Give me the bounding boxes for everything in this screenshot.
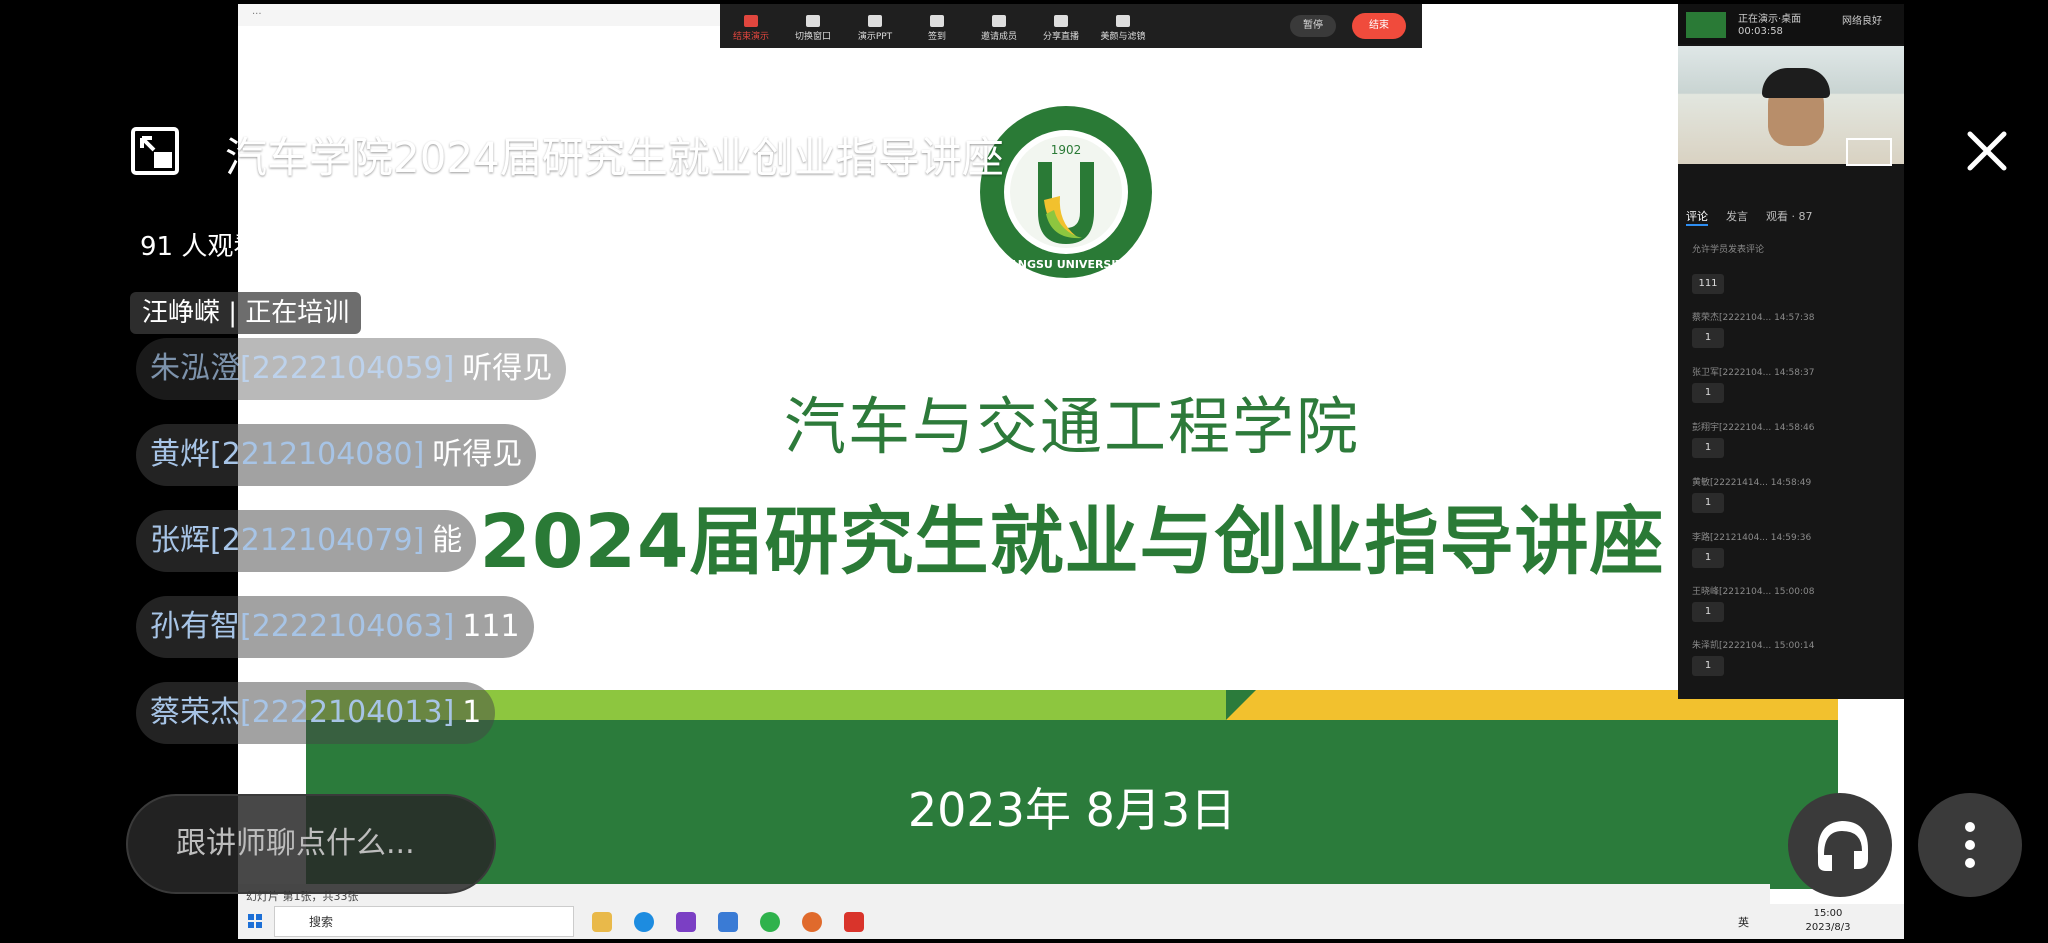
comment-text: 1: [1692, 438, 1724, 458]
chat-message: 蔡荣杰[2222104013] 1: [136, 682, 496, 744]
pause-button[interactable]: 暂停: [1290, 15, 1336, 37]
comment-author: 彭翔宇[2222104... 14:58:46: [1692, 423, 1815, 433]
meeting-app-icon[interactable]: [718, 912, 738, 932]
file-explorer-icon[interactable]: [592, 912, 612, 932]
tab-viewers[interactable]: 观看 · 87: [1766, 208, 1813, 226]
headset-icon: [1817, 821, 1868, 871]
invite-button[interactable]: 邀请成员: [968, 11, 1030, 42]
chat-message: 黄烨[2212104080] 听得见: [136, 424, 537, 486]
windows-start-icon[interactable]: [238, 904, 272, 939]
meeting-side-panel: 正在演示·桌面 00:03:58 网络良好 评论 发言 观看 · 87 允许学员…: [1678, 4, 1904, 699]
voice-button[interactable]: [1788, 793, 1892, 897]
windows-taskbar: 搜索 英 15:00 2023/8/3: [238, 904, 1904, 939]
end-meeting-button[interactable]: 结束: [1352, 13, 1406, 39]
comment-text: 1: [1692, 656, 1724, 676]
onenote-icon[interactable]: [676, 912, 696, 932]
fullscreen-icon[interactable]: [1846, 138, 1892, 166]
chat-message: 朱泓澄[2222104059] 听得见: [136, 338, 567, 400]
chat-message: 孙有智[2222104063] 111: [136, 596, 534, 658]
stream-title: 汽车学院2024届研究生就业创业指导讲座: [225, 133, 1004, 182]
comment-author: 黄敏[22221414... 14:58:49: [1692, 478, 1812, 488]
wechat-icon[interactable]: [760, 912, 780, 932]
comment-author: 张卫军[2222104... 14:58:37: [1692, 368, 1815, 378]
taskbar-search[interactable]: 搜索: [274, 906, 574, 937]
panel-tabs: 评论 发言 观看 · 87: [1686, 208, 1813, 226]
meeting-toolbar: 结束演示 切换窗口 演示PPT 签到 邀请成员 分享直播 美颜与滤镜 暂停 结束: [720, 4, 1422, 48]
network-status: 网络良好: [1842, 16, 1882, 27]
viewer-count: 91 人观看: [140, 232, 260, 262]
more-vertical-icon: [1965, 822, 1975, 868]
tab-comments[interactable]: 评论: [1686, 208, 1708, 226]
tab-speak[interactable]: 发言: [1726, 208, 1748, 226]
comment-author: 蔡荣杰[2222104... 14:57:38: [1692, 313, 1815, 323]
slide-subtitle: 2024届研究生就业与创业指导讲座: [479, 499, 1665, 585]
svg-text:1902: 1902: [1051, 143, 1082, 157]
comment-author: 王晓峰[2212104... 15:00:08: [1692, 587, 1815, 597]
chat-message: 张辉[2212104079] 能: [136, 510, 477, 572]
university-logo-icon: 1902 JIANGSU UNIVERSITY: [980, 106, 1152, 278]
taskbar-clock[interactable]: 15:00 2023/8/3: [1798, 907, 1858, 935]
edge-icon[interactable]: [634, 912, 654, 932]
comment-text: 1: [1692, 602, 1724, 622]
end-presentation-button[interactable]: 结束演示: [720, 11, 782, 42]
beauty-filter-button[interactable]: 美颜与滤镜: [1092, 11, 1154, 42]
comment-permission[interactable]: 允许学员发表评论: [1692, 242, 1764, 255]
present-ppt-button[interactable]: 演示PPT: [844, 11, 906, 42]
input-language[interactable]: 英: [1738, 914, 1749, 930]
svg-text:JIANGSU UNIVERSITY: JIANGSU UNIVERSITY: [1000, 258, 1132, 271]
comment-text: 1: [1692, 548, 1724, 568]
close-icon[interactable]: [1962, 126, 2012, 176]
comment-author: 李路[22121404... 14:59:36: [1692, 533, 1812, 543]
comment-text: 111: [1692, 274, 1724, 294]
webcam-feed: [1678, 46, 1904, 166]
comment-author: 朱泽凯[2222104... 15:00:14: [1692, 641, 1815, 651]
picture-in-picture-icon[interactable]: [130, 126, 180, 176]
comment-text: 1: [1692, 383, 1724, 403]
comment-text: 1: [1692, 493, 1724, 513]
host-status-tag: 汪峥嵘 | 正在培训: [130, 292, 362, 334]
powerpoint-icon[interactable]: [802, 912, 822, 932]
share-live-button[interactable]: 分享直播: [1030, 11, 1092, 42]
slide-date: 2023年 8月3日: [907, 783, 1237, 837]
more-options-button[interactable]: [1918, 793, 2022, 897]
comment-text: 1: [1692, 328, 1724, 348]
browser-tab-strip: ···: [238, 4, 727, 26]
wps-icon[interactable]: [844, 912, 864, 932]
chat-input[interactable]: 跟讲师聊点什么...: [126, 794, 496, 894]
presenting-status: 正在演示·桌面 00:03:58 网络良好: [1678, 4, 1904, 44]
checkin-button[interactable]: 签到: [906, 11, 968, 42]
switch-window-button[interactable]: 切换窗口: [782, 11, 844, 42]
screen-thumbnail: [1686, 12, 1726, 38]
presenter-hair: [1762, 68, 1830, 98]
